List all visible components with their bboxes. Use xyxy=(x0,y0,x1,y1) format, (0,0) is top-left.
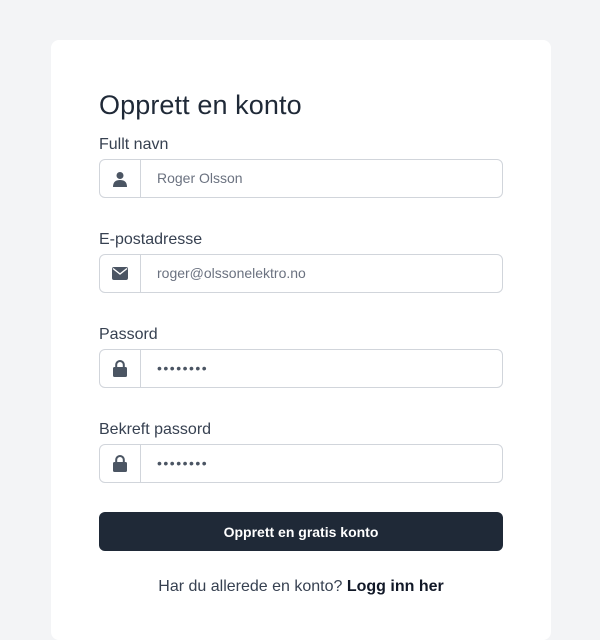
email-label: E-postadresse xyxy=(99,231,203,248)
signup-card: Opprett en konto Fullt navn Roger Olsson… xyxy=(51,40,551,640)
confirm-password-input-group: •••••••• xyxy=(99,444,503,483)
email-input[interactable]: roger@olssonelektro.no xyxy=(141,255,502,292)
lock-icon xyxy=(100,350,141,387)
confirm-password-field: Bekreft passord •••••••• xyxy=(99,420,503,483)
login-link[interactable]: Logg inn her xyxy=(347,578,444,595)
full-name-field: Fullt navn Roger Olsson xyxy=(99,135,503,198)
password-label: Passord xyxy=(99,326,158,343)
confirm-password-label: Bekreft passord xyxy=(99,421,212,438)
login-prompt-text: Har du allerede en konto? xyxy=(158,578,343,595)
email-input-group: roger@olssonelektro.no xyxy=(99,254,503,293)
login-prompt: Har du allerede en konto? Logg inn her xyxy=(99,578,503,596)
envelope-icon xyxy=(100,255,141,292)
create-account-button[interactable]: Opprett en gratis konto xyxy=(99,512,503,551)
user-icon xyxy=(100,160,141,197)
full-name-input[interactable]: Roger Olsson xyxy=(141,160,502,197)
full-name-label: Fullt navn xyxy=(99,136,169,153)
password-field: Passord •••••••• xyxy=(99,325,503,388)
confirm-password-input[interactable]: •••••••• xyxy=(141,445,502,482)
page-title: Opprett en konto xyxy=(99,90,302,120)
full-name-input-group: Roger Olsson xyxy=(99,159,503,198)
email-field: E-postadresse roger@olssonelektro.no xyxy=(99,230,503,293)
lock-icon xyxy=(100,445,141,482)
password-input[interactable]: •••••••• xyxy=(141,350,502,387)
password-input-group: •••••••• xyxy=(99,349,503,388)
